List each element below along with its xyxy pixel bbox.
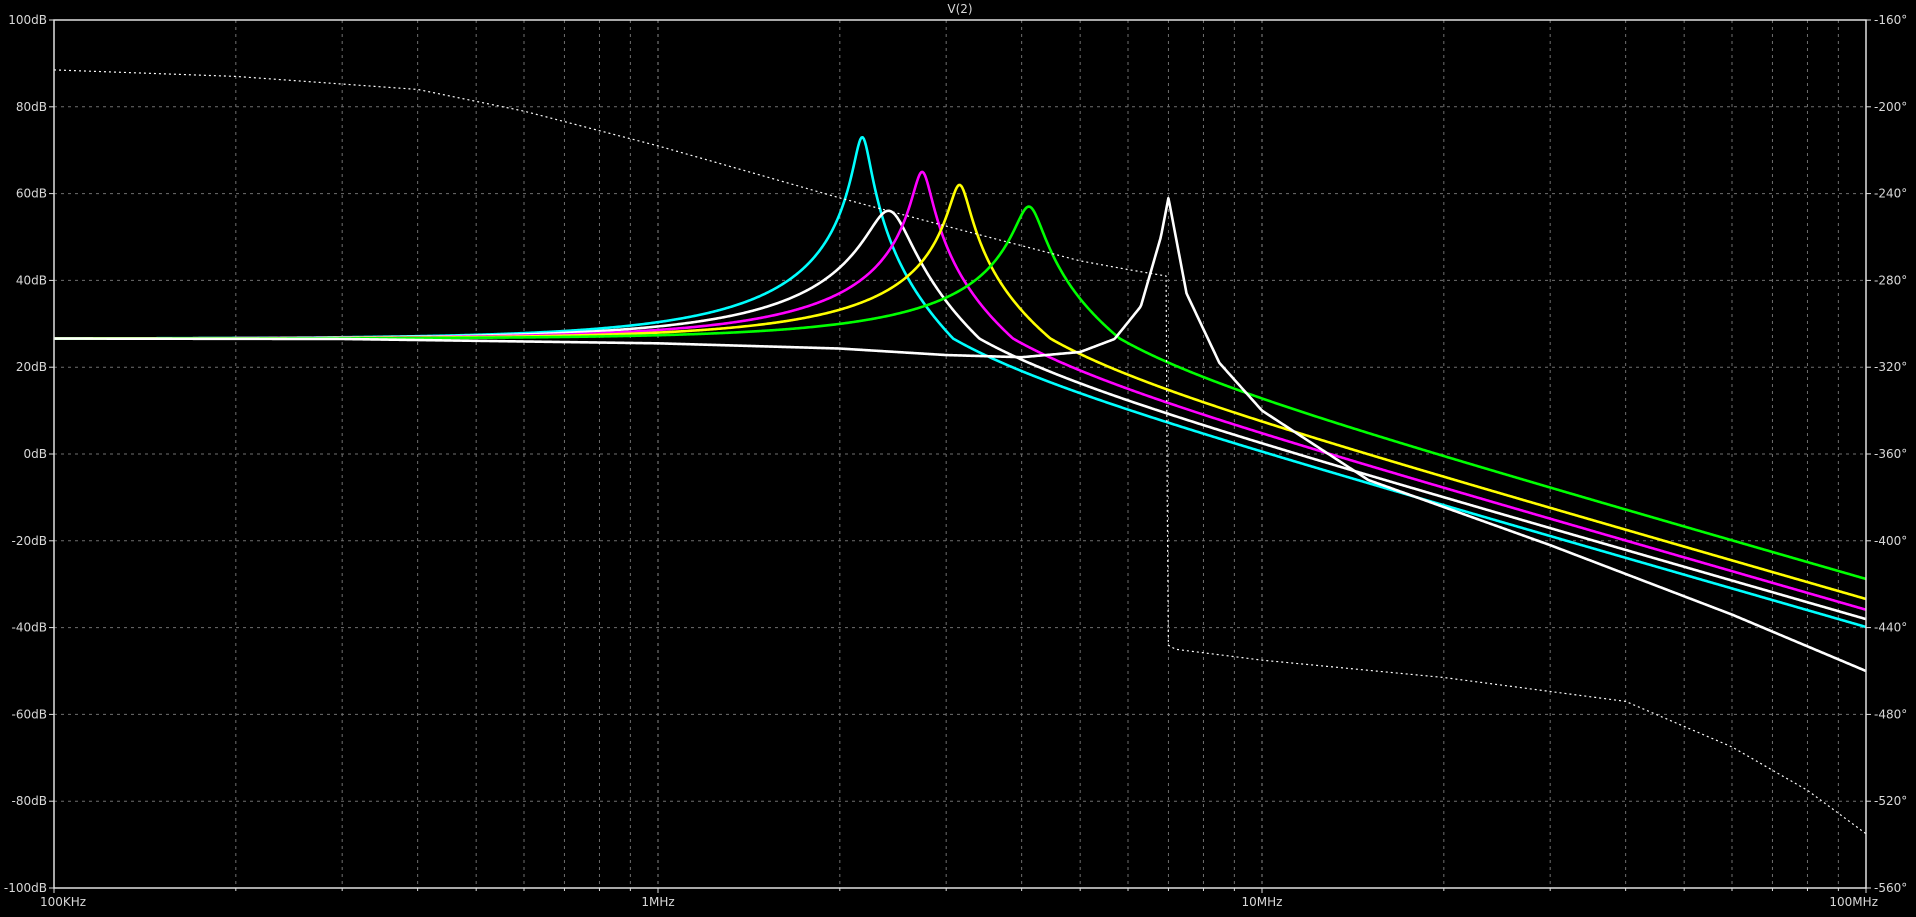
y-right-tick-label: -200° [1874,100,1907,114]
y-left-tick-label: 100dB [8,13,47,27]
y-right-tick-label: -480° [1874,707,1907,721]
y-left-tick-label: -20dB [12,534,47,548]
y-left-tick-label: -100dB [4,881,47,895]
y-right-tick-label: -240° [1874,187,1907,201]
y-right-tick-label: -160° [1874,13,1907,27]
y-right-tick-label: -320° [1874,360,1907,374]
y-right-tick-label: -560° [1874,881,1907,895]
y-right-tick-label: -280° [1874,273,1907,287]
y-right-tick-label: -440° [1874,621,1907,635]
y-right-tick-label: -360° [1874,447,1907,461]
y-left-tick-label: 80dB [16,100,47,114]
y-left-tick-label: 20dB [16,360,47,374]
chart-title: V(2) [947,2,972,16]
y-left-tick-label: 40dB [16,273,47,287]
y-left-tick-label: -80dB [12,794,47,808]
x-tick-label: 10MHz [1242,895,1283,909]
y-left-tick-label: 60dB [16,187,47,201]
x-tick-label: 100KHz [40,895,86,909]
y-left-tick-label: 0dB [24,447,47,461]
y-left-tick-label: -40dB [12,621,47,635]
plot-background [0,0,1916,917]
y-right-tick-label: -400° [1874,534,1907,548]
x-tick-label: 100MHz [1829,895,1878,909]
bode-plot: 100dB 80dB 60dB 40dB 20dB 0dB -20dB -40dB -60dB -… [0,0,1916,917]
y-left-tick-label: -60dB [12,707,47,721]
x-tick-label: 1MHz [641,895,674,909]
y-right-tick-label: -520° [1874,794,1907,808]
